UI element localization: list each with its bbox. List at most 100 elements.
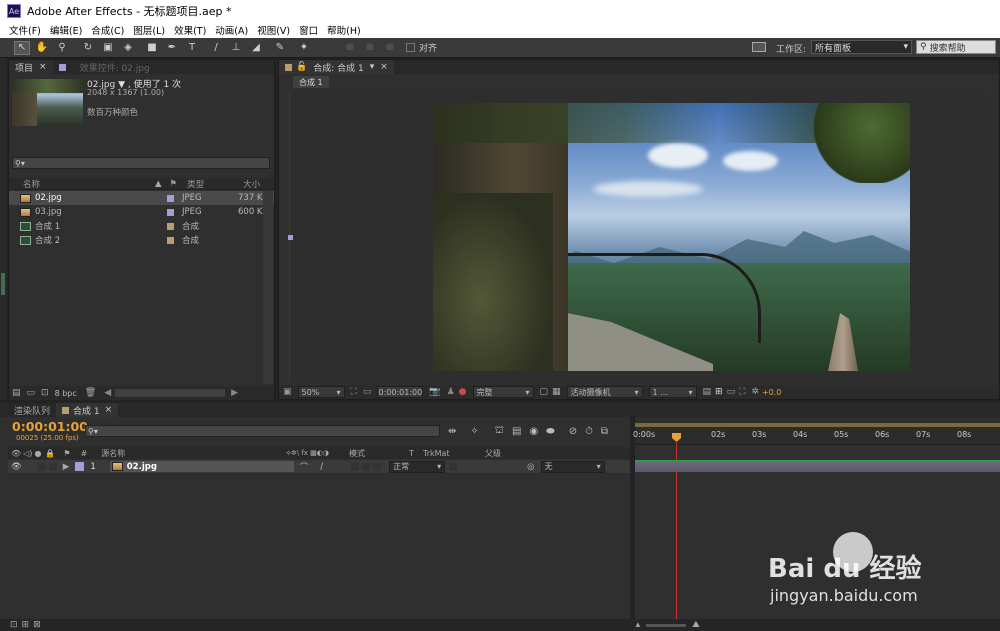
- show-snapshot-icon[interactable]: ♟: [447, 387, 455, 397]
- workspace-icon[interactable]: [752, 42, 766, 52]
- view-layout-select[interactable]: 1 ... ▾: [648, 386, 697, 398]
- camera-view-select[interactable]: 活动摄像机 ▾: [566, 386, 643, 398]
- column-size[interactable]: 大小: [243, 178, 260, 190]
- delete-icon[interactable]: 🗑: [85, 388, 96, 398]
- chevron-down-icon[interactable]: ▾: [370, 62, 375, 72]
- menu-view[interactable]: 视图(V): [257, 23, 290, 37]
- close-icon[interactable]: ×: [39, 62, 47, 72]
- expand-modes-icon[interactable]: ⊞: [22, 620, 30, 630]
- project-search-input[interactable]: ⚲▾: [12, 157, 270, 169]
- rectangle-tool-icon[interactable]: ■: [144, 41, 160, 55]
- timeline-search-input[interactable]: ⚲▾: [85, 425, 440, 437]
- rotate-tool-icon[interactable]: ↻: [80, 41, 96, 55]
- region-of-interest-icon[interactable]: ▢: [540, 387, 549, 397]
- axis-mode-icon[interactable]: ⊕: [342, 41, 358, 55]
- tab-composition[interactable]: 🔓 合成: 合成 1 ▾ ×: [279, 60, 394, 74]
- solo-toggle-icon[interactable]: ●: [34, 449, 41, 458]
- list-item[interactable]: 03.jpg JPEG 600 K: [9, 205, 274, 219]
- viewer-canvas[interactable]: [288, 93, 989, 383]
- current-time-display[interactable]: 0:00:01:00: [377, 386, 424, 398]
- close-icon[interactable]: ×: [105, 405, 113, 415]
- text-tool-icon[interactable]: T: [184, 41, 200, 55]
- column-name[interactable]: 名称: [23, 178, 155, 190]
- work-area-bar[interactable]: [635, 423, 1000, 427]
- workspace-select[interactable]: 所有面板 ▾: [811, 40, 912, 54]
- menu-effect[interactable]: 效果(T): [174, 23, 206, 37]
- column-type[interactable]: 类型: [187, 178, 243, 190]
- lock-toggle-icon[interactable]: 🔒: [45, 449, 55, 458]
- expand-triangle-icon[interactable]: ▶: [63, 462, 70, 472]
- snap-checkbox[interactable]: [406, 43, 415, 52]
- comp-breadcrumb[interactable]: 合成 1: [293, 76, 329, 88]
- menu-animation[interactable]: 动画(A): [215, 23, 248, 37]
- layer-label-swatch[interactable]: [75, 462, 85, 471]
- axis-view-icon[interactable]: ⊕: [382, 41, 398, 55]
- transparency-grid-icon[interactable]: ▦: [552, 387, 561, 397]
- hand-tool-icon[interactable]: ✋: [34, 41, 50, 55]
- resolution-select[interactable]: 完整 ▾: [472, 386, 534, 398]
- menu-file[interactable]: 文件(F): [9, 23, 41, 37]
- column-t[interactable]: T: [409, 449, 423, 458]
- eraser-tool-icon[interactable]: ◢: [248, 41, 264, 55]
- safe-zones-icon[interactable]: ▭: [363, 387, 372, 397]
- new-composition-icon[interactable]: ⊡: [41, 388, 49, 398]
- time-ruler[interactable]: 0:00s 02s 03s 04s 05s 06s 07s 08s: [633, 421, 1000, 445]
- axis-world-icon[interactable]: ⊕: [362, 41, 378, 55]
- label-column-icon[interactable]: ⚑: [170, 179, 178, 189]
- always-preview-icon[interactable]: ▣: [283, 387, 292, 397]
- canvas-handle[interactable]: [288, 235, 293, 240]
- graph-editor-icon[interactable]: ⊘: [569, 426, 577, 437]
- new-folder-icon[interactable]: ▭: [27, 388, 36, 398]
- frame-blending-icon[interactable]: ▤: [512, 426, 521, 437]
- motion-blur-icon[interactable]: ◉: [529, 426, 538, 437]
- brush-tool-icon[interactable]: /: [208, 41, 224, 55]
- shy-switch-icon[interactable]: ⌒: [300, 461, 309, 473]
- preserve-transparency-box[interactable]: [449, 462, 458, 471]
- fx-switch-box[interactable]: [351, 462, 360, 471]
- video-toggle-icon[interactable]: 👁: [11, 449, 21, 458]
- draft-3d-icon[interactable]: ✧: [470, 426, 478, 437]
- list-item[interactable]: 合成 1 合成: [9, 219, 274, 233]
- menu-window[interactable]: 窗口: [299, 23, 318, 37]
- puppet-pin-tool-icon[interactable]: ✦: [296, 41, 312, 55]
- solo-box[interactable]: [48, 462, 57, 471]
- parent-select[interactable]: 无 ▾: [540, 460, 605, 473]
- menu-composition[interactable]: 合成(C): [91, 23, 124, 37]
- tab-timeline-comp[interactable]: 合成 1 ×: [56, 403, 119, 417]
- selection-tool-icon[interactable]: ↖: [14, 40, 30, 55]
- column-trkmat[interactable]: TrkMat: [423, 449, 485, 458]
- audio-box[interactable]: [37, 462, 46, 471]
- fit-icon[interactable]: ⛶: [351, 387, 357, 397]
- zoom-tool-icon[interactable]: ⚲: [54, 41, 70, 55]
- blend-mode-select[interactable]: 正常 ▾: [389, 460, 446, 473]
- brainstorm-icon[interactable]: ⬬: [546, 426, 555, 437]
- comp-mini-flowchart-icon[interactable]: ⇹: [448, 426, 456, 437]
- motion-blur-box[interactable]: [362, 462, 371, 471]
- close-icon[interactable]: ×: [380, 62, 388, 72]
- list-item[interactable]: 合成 2 合成: [9, 233, 274, 247]
- zoom-slider[interactable]: [646, 623, 687, 627]
- roto-brush-tool-icon[interactable]: ✎: [272, 41, 288, 55]
- audio-toggle-icon[interactable]: ◁): [23, 449, 32, 458]
- visibility-eye-icon[interactable]: 👁: [11, 462, 22, 472]
- exposure-value[interactable]: +0.0: [762, 388, 781, 397]
- channel-rgb-icon[interactable]: ●: [459, 387, 467, 397]
- clone-stamp-tool-icon[interactable]: ⊥: [228, 41, 244, 55]
- color-depth-label[interactable]: 8 bpc: [55, 389, 77, 398]
- layer-duration-bar[interactable]: [635, 460, 1000, 472]
- timeline-divider[interactable]: [630, 417, 635, 631]
- zoom-in-mountain-icon[interactable]: ⛰: [692, 620, 700, 630]
- chart-editor-icon[interactable]: ⧉: [601, 426, 608, 437]
- label-column-icon[interactable]: ⚑: [63, 449, 70, 458]
- composition-image[interactable]: [433, 103, 910, 371]
- interpret-footage-icon[interactable]: ▤: [12, 388, 21, 398]
- column-source-name[interactable]: 源名称: [101, 448, 286, 459]
- scroll-left-icon[interactable]: ◀: [104, 388, 111, 398]
- column-mode[interactable]: 模式: [349, 448, 409, 459]
- project-horizontal-scrollbar[interactable]: [115, 389, 226, 397]
- current-time[interactable]: 0:00:01:00: [12, 419, 88, 434]
- layer-name-cell[interactable]: 02.jpg: [109, 461, 294, 472]
- layer-switches-icon[interactable]: ⟡✲\ fx ▩◐◑: [286, 449, 329, 458]
- timeline-icon[interactable]: ▭: [727, 387, 736, 397]
- pan-behind-tool-icon[interactable]: ◈: [120, 41, 136, 55]
